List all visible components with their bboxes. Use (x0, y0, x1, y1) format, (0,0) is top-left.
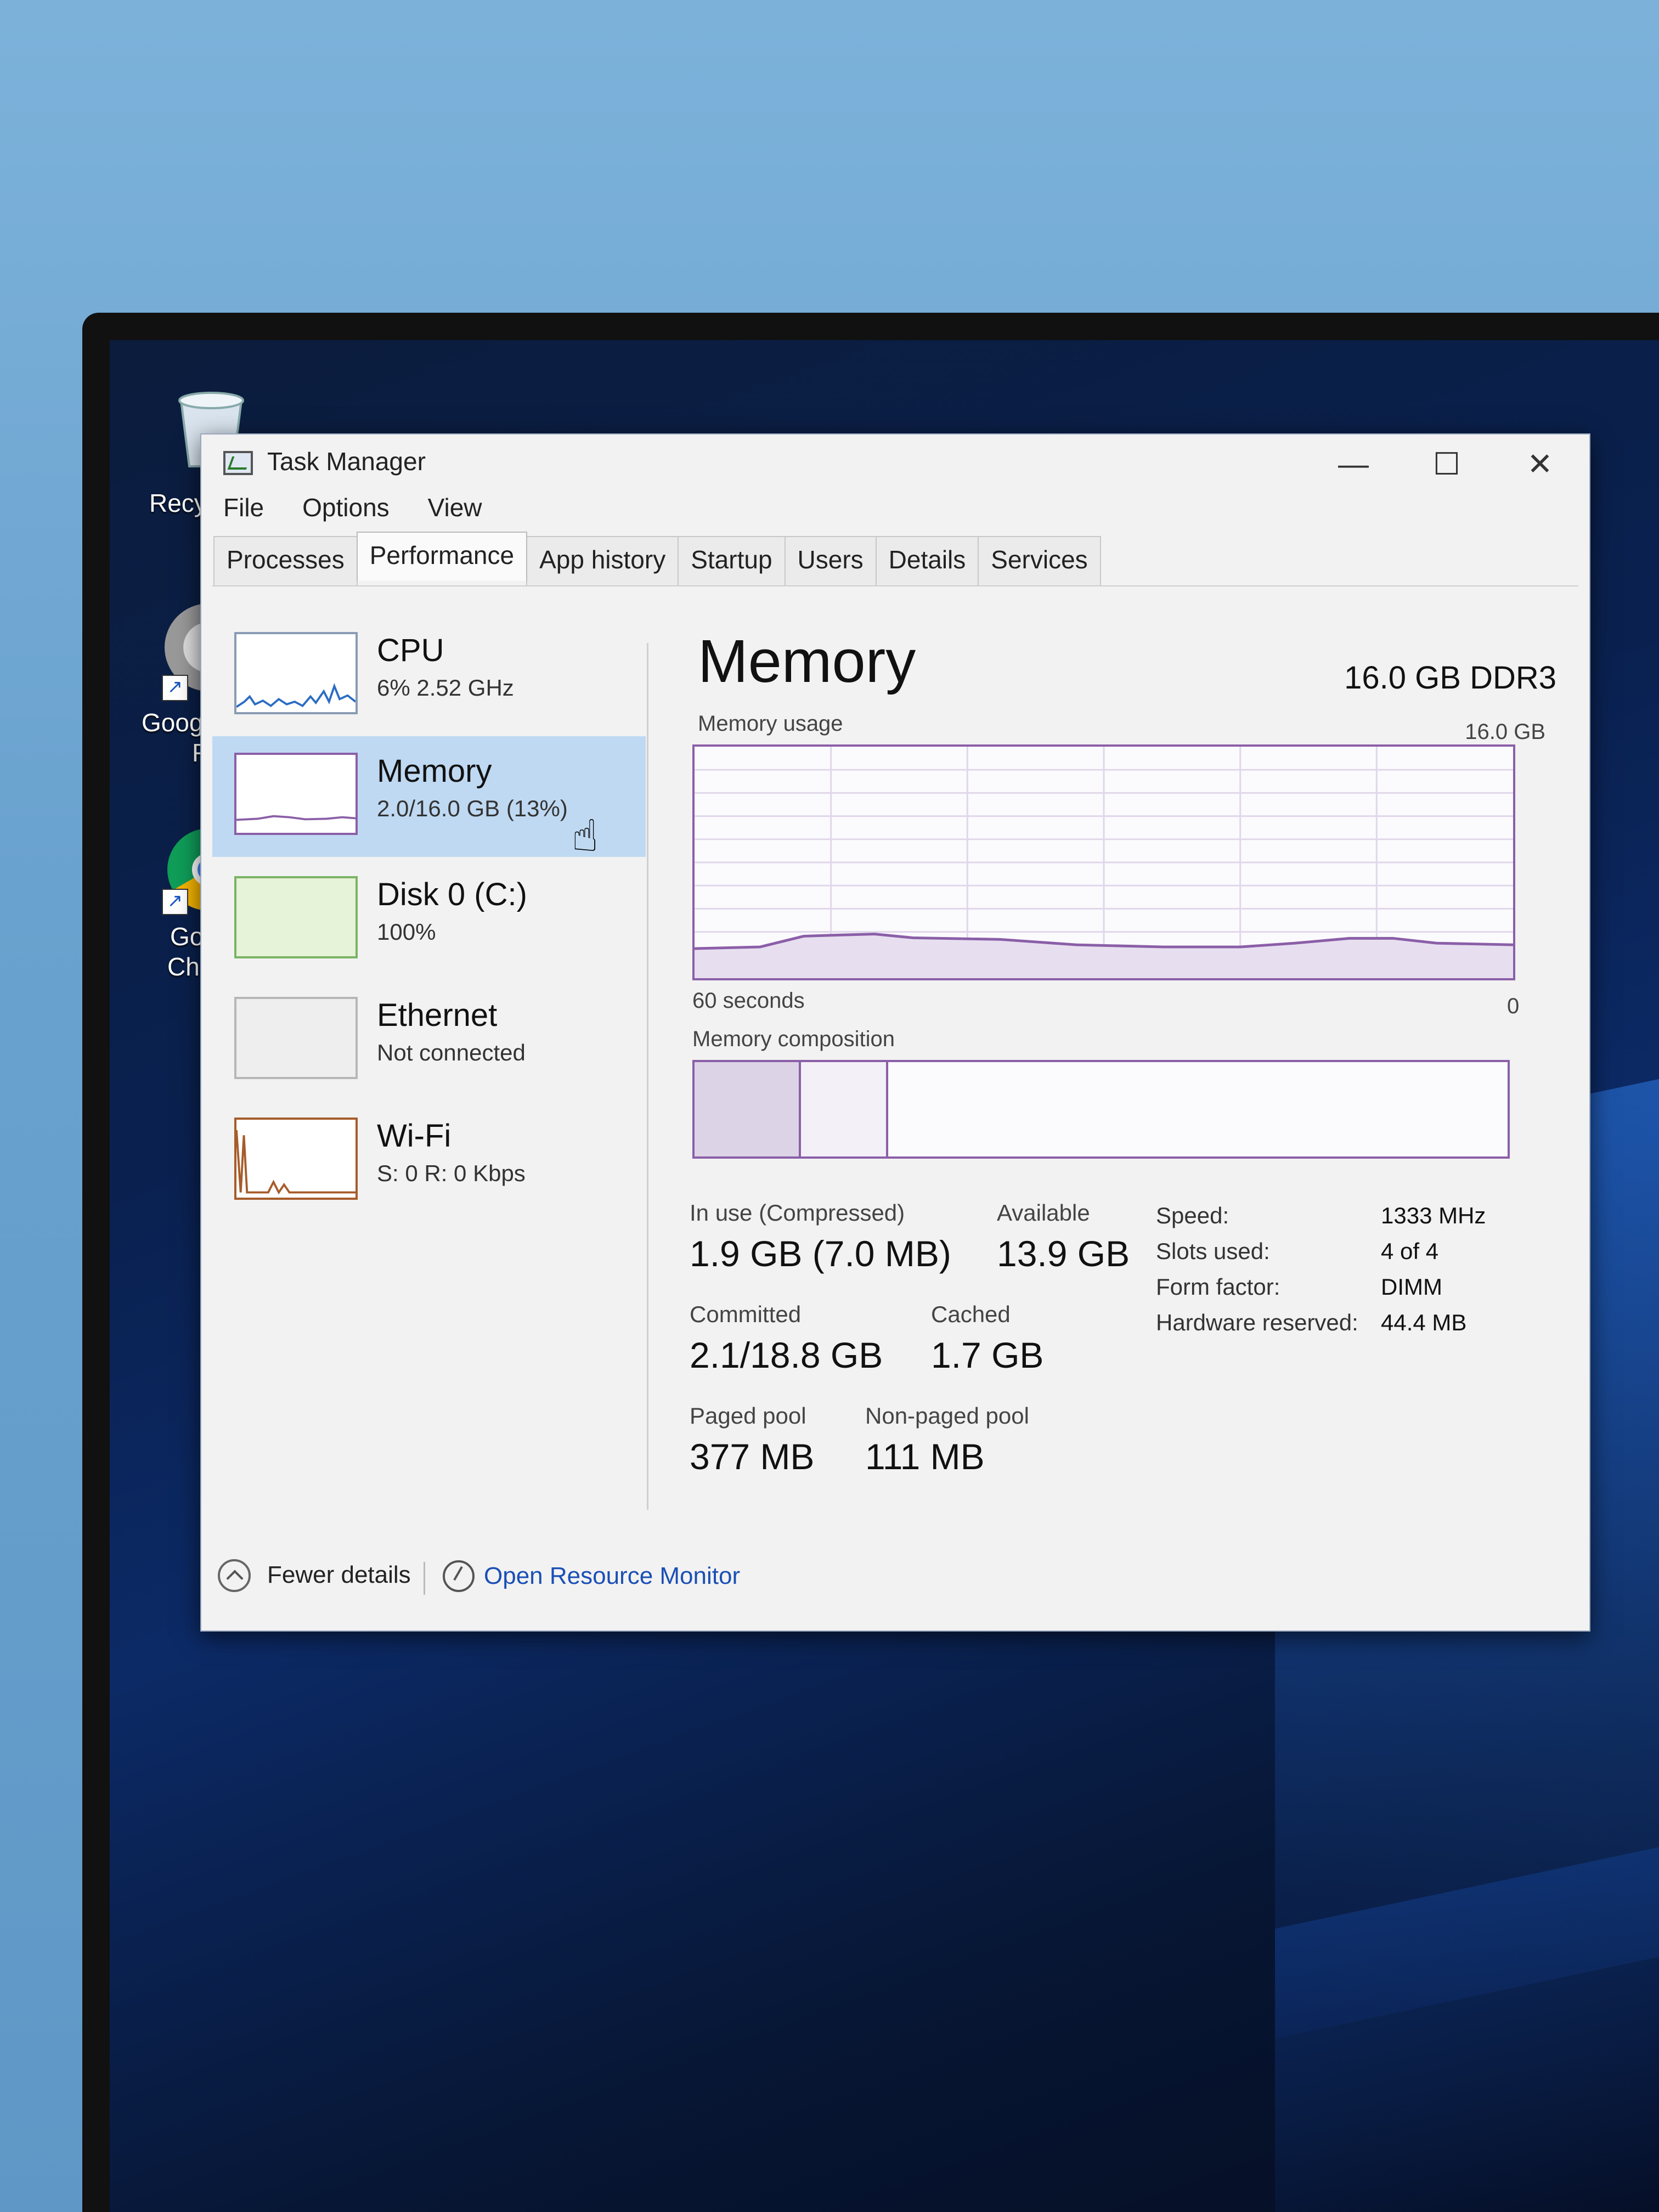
tab-divider (212, 585, 1578, 586)
window-title: Task Manager (267, 447, 426, 476)
available-value: 13.9 GB (997, 1233, 1130, 1274)
nonpaged-pool-label: Non-paged pool (865, 1403, 1029, 1429)
resource-ethernet[interactable]: Ethernet Not connected (212, 980, 646, 1101)
slots-value: 4 of 4 (1381, 1238, 1439, 1264)
ethernet-stats: Not connected (377, 1040, 526, 1065)
tab-startup[interactable]: Startup (678, 536, 786, 585)
memory-heading: Memory (698, 628, 916, 695)
memory-stats: 2.0/16.0 GB (13%) (377, 795, 568, 821)
tab-details[interactable]: Details (875, 536, 979, 585)
speed-key: Speed: (1156, 1203, 1229, 1228)
committed-value: 2.1/18.8 GB (690, 1335, 883, 1375)
title-bar[interactable]: Task Manager — ☐ ✕ (201, 435, 1589, 489)
shortcut-arrow-icon: ↗ (162, 675, 188, 701)
open-resource-monitor-link[interactable]: Open Resource Monitor (484, 1562, 740, 1590)
graph-zero-label: 0 (1507, 994, 1520, 1018)
wifi-thumbnail (234, 1118, 358, 1200)
wifi-stats: S: 0 R: 0 Kbps (377, 1160, 526, 1186)
hardware-reserved-value: 44.4 MB (1381, 1310, 1467, 1335)
disk-label: Disk 0 (C:) (377, 877, 527, 912)
memory-composition-label: Memory composition (692, 1027, 895, 1051)
disk-stats: 100% (377, 919, 436, 945)
close-button[interactable]: ✕ (1507, 442, 1573, 486)
tab-app-history[interactable]: App history (526, 536, 679, 585)
chrome-shortcut-label-2[interactable]: Ch (167, 952, 200, 981)
in-use-value: 1.9 GB (7.0 MB) (690, 1233, 951, 1274)
tab-services[interactable]: Services (978, 536, 1101, 585)
paged-pool-label: Paged pool (690, 1403, 806, 1429)
menu-bar: File Options View (218, 489, 488, 528)
fewer-details-link[interactable]: Fewer details (267, 1561, 411, 1589)
resource-memory[interactable]: Memory 2.0/16.0 GB (13%) ☝ (212, 736, 646, 860)
resource-cpu[interactable]: CPU 6% 2.52 GHz (212, 616, 646, 736)
composition-modified (801, 1062, 888, 1156)
memory-usage-label: Memory usage (698, 712, 843, 736)
minimize-button[interactable]: — (1321, 442, 1386, 486)
tab-performance[interactable]: Performance (356, 532, 528, 581)
memory-spec: 16.0 GB DDR3 (1344, 660, 1556, 696)
nonpaged-pool-value: 111 MB (865, 1436, 985, 1477)
footer-separator (424, 1562, 425, 1595)
committed-label: Committed (690, 1301, 802, 1327)
ethernet-thumbnail (234, 997, 358, 1079)
paged-pool-value: 377 MB (690, 1436, 815, 1477)
recycle-bin-label[interactable]: Recy (149, 488, 207, 518)
tab-users[interactable]: Users (784, 536, 877, 585)
wifi-label: Wi-Fi (377, 1118, 452, 1154)
menu-options[interactable]: Options (297, 489, 395, 528)
cpu-thumbnail (234, 632, 358, 714)
available-label: Available (997, 1200, 1090, 1226)
menu-view[interactable]: View (422, 489, 488, 528)
form-factor-value: DIMM (1381, 1274, 1442, 1300)
graph-time-label: 60 seconds (692, 989, 805, 1013)
in-use-label: In use (Compressed) (690, 1200, 905, 1226)
google-shortcut-label[interactable]: Goog (142, 708, 204, 737)
memory-usage-max: 16.0 GB (1465, 720, 1545, 744)
cached-label: Cached (931, 1301, 1011, 1327)
footer-bar: Fewer details Open Resource Monitor (201, 1543, 1589, 1630)
memory-label: Memory (377, 753, 492, 789)
memory-usage-graph (692, 744, 1515, 980)
form-factor-key: Form factor: (1156, 1274, 1280, 1300)
shortcut-arrow-icon-2: ↗ (162, 889, 188, 915)
tab-processes[interactable]: Processes (213, 536, 358, 585)
resource-wifi[interactable]: Wi-Fi S: 0 R: 0 Kbps (212, 1101, 646, 1222)
disk-thumbnail (234, 876, 358, 958)
cpu-stats: 6% 2.52 GHz (377, 675, 514, 701)
tab-strip: Processes Performance App history Startu… (213, 532, 1101, 585)
cached-value: 1.7 GB (931, 1335, 1044, 1375)
chevron-up-icon[interactable] (218, 1559, 251, 1592)
speed-value: 1333 MHz (1381, 1203, 1486, 1228)
resource-list: CPU 6% 2.52 GHz Memory 2.0/16.0 GB (13%)… (212, 599, 646, 1422)
hardware-reserved-key: Hardware reserved: (1156, 1310, 1358, 1335)
hand-cursor-icon: ☝ (572, 811, 599, 860)
memory-composition-bar (692, 1060, 1510, 1159)
task-manager-icon (223, 451, 253, 475)
memory-thumbnail (234, 753, 358, 835)
chrome-shortcut-label[interactable]: Go (170, 922, 204, 951)
resource-disk[interactable]: Disk 0 (C:) 100% (212, 860, 646, 980)
maximize-button[interactable]: ☐ (1414, 442, 1480, 486)
slots-key: Slots used: (1156, 1238, 1270, 1264)
cpu-label: CPU (377, 633, 444, 668)
task-manager-window: Task Manager — ☐ ✕ File Options View Pro… (200, 433, 1590, 1632)
pane-divider (647, 643, 648, 1510)
menu-file[interactable]: File (218, 489, 269, 528)
ethernet-label: Ethernet (377, 997, 498, 1033)
composition-in-use (695, 1062, 801, 1156)
resource-monitor-icon[interactable] (443, 1560, 475, 1592)
